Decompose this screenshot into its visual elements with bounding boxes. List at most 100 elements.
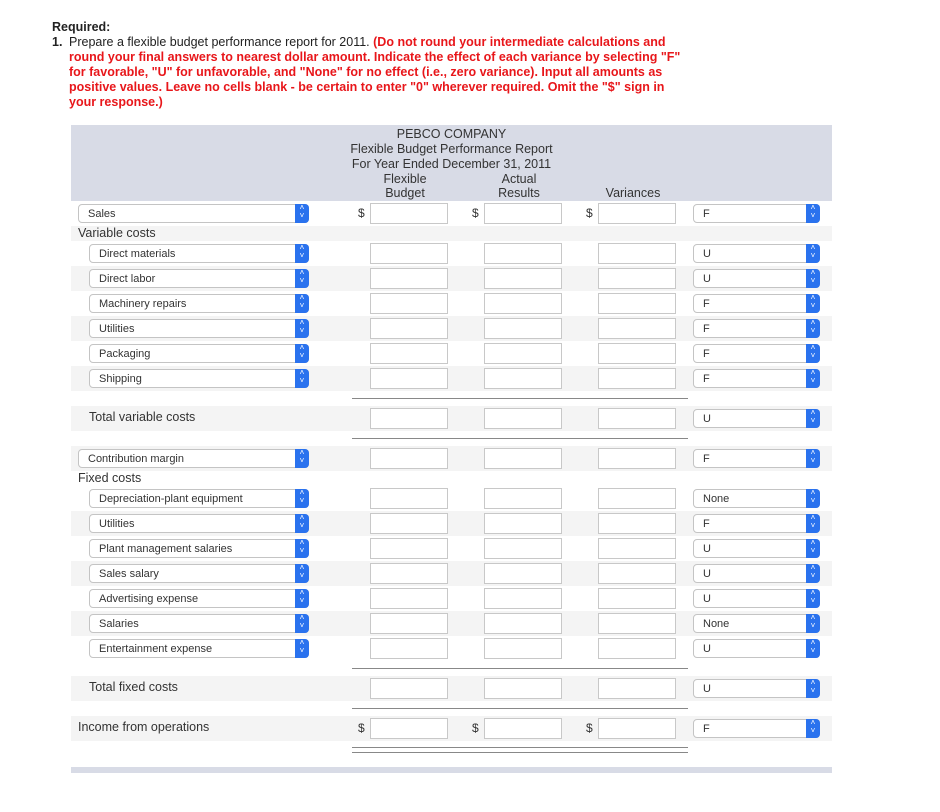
actual-results-input[interactable] [484, 513, 562, 534]
actual-results-input[interactable] [484, 293, 562, 314]
row-label-select[interactable]: Utilities ˄ ˅ [89, 319, 309, 338]
actual-results-input[interactable] [484, 408, 562, 429]
variance-effect-select[interactable]: F ˄ ˅ [693, 514, 820, 533]
variance-input[interactable] [598, 368, 676, 389]
actual-results-input[interactable] [484, 588, 562, 609]
actual-results-input[interactable] [484, 243, 562, 264]
variance-effect-select[interactable]: U ˄ ˅ [693, 539, 820, 558]
variance-input[interactable] [598, 563, 676, 584]
double-rule-bottom [352, 752, 688, 753]
variance-input[interactable] [598, 638, 676, 659]
flexible-budget-input[interactable] [370, 408, 448, 429]
flexible-budget-input[interactable] [370, 368, 448, 389]
variance-input[interactable] [598, 243, 676, 264]
actual-results-input[interactable] [484, 718, 562, 739]
actual-results-input[interactable] [484, 488, 562, 509]
variance-input[interactable] [598, 318, 676, 339]
select-value: Entertainment expense [99, 643, 213, 655]
flexible-budget-input[interactable] [370, 343, 448, 364]
variance-effect-select[interactable]: F ˄ ˅ [693, 344, 820, 363]
flexible-budget-input[interactable] [370, 613, 448, 634]
variance-input[interactable] [598, 203, 676, 224]
variance-effect-select[interactable]: F ˄ ˅ [693, 719, 820, 738]
actual-results-input[interactable] [484, 343, 562, 364]
select-value: F [703, 518, 710, 530]
row-label-select[interactable]: Direct labor ˄ ˅ [89, 269, 309, 288]
row-label-select[interactable]: Packaging ˄ ˅ [89, 344, 309, 363]
flexible-budget-input[interactable] [370, 488, 448, 509]
variance-input[interactable] [598, 408, 676, 429]
flexible-budget-input[interactable] [370, 293, 448, 314]
row-label-select[interactable]: Sales ˄ ˅ [78, 204, 309, 223]
variance-effect-select[interactable]: None ˄ ˅ [693, 489, 820, 508]
row-label-select[interactable]: Shipping ˄ ˅ [89, 369, 309, 388]
variance-input[interactable] [598, 678, 676, 699]
row-label-select[interactable]: Sales salary ˄ ˅ [89, 564, 309, 583]
flexible-budget-input[interactable] [370, 318, 448, 339]
chevron-updown-icon: ˄ ˅ [806, 369, 820, 388]
row-label-select[interactable]: Depreciation-plant equipment ˄ ˅ [89, 489, 309, 508]
flexible-budget-input[interactable] [370, 563, 448, 584]
select-value: None [703, 618, 730, 630]
flexible-budget-input[interactable] [370, 538, 448, 559]
row-label-select[interactable]: Salaries ˄ ˅ [89, 614, 309, 633]
row-label-select[interactable]: Entertainment expense ˄ ˅ [89, 639, 309, 658]
variance-input[interactable] [598, 343, 676, 364]
variance-effect-select[interactable]: U ˄ ˅ [693, 589, 820, 608]
variance-input[interactable] [598, 613, 676, 634]
flexible-budget-input[interactable] [370, 638, 448, 659]
row-label-select[interactable]: Contribution margin ˄ ˅ [78, 449, 309, 468]
line-item-row: Utilities ˄ ˅ F ˄ ˅ [71, 511, 832, 536]
flexible-budget-input[interactable] [370, 448, 448, 469]
select-value: F [703, 453, 710, 465]
actual-results-input[interactable] [484, 613, 562, 634]
row-label-select[interactable]: Direct materials ˄ ˅ [89, 244, 309, 263]
actual-results-input[interactable] [484, 538, 562, 559]
variance-input[interactable] [598, 268, 676, 289]
flexible-budget-input[interactable] [370, 588, 448, 609]
flexible-budget-input[interactable] [370, 718, 448, 739]
chevron-updown-icon: ˄ ˅ [806, 449, 820, 468]
variance-effect-select[interactable]: F ˄ ˅ [693, 369, 820, 388]
variance-input[interactable] [598, 538, 676, 559]
variance-effect-select[interactable]: F ˄ ˅ [693, 294, 820, 313]
actual-results-input[interactable] [484, 448, 562, 469]
variance-effect-select[interactable]: F ˄ ˅ [693, 204, 820, 223]
variance-effect-select[interactable]: U ˄ ˅ [693, 409, 820, 428]
flexible-budget-input[interactable] [370, 268, 448, 289]
variance-effect-select[interactable]: U ˄ ˅ [693, 564, 820, 583]
chevron-updown-icon: ˄ ˅ [806, 244, 820, 263]
variance-effect-select[interactable]: None ˄ ˅ [693, 614, 820, 633]
variance-input[interactable] [598, 488, 676, 509]
actual-results-input[interactable] [484, 678, 562, 699]
variance-effect-select[interactable]: F ˄ ˅ [693, 449, 820, 468]
select-value: F [703, 298, 710, 310]
actual-results-input[interactable] [484, 638, 562, 659]
variance-input[interactable] [598, 718, 676, 739]
actual-results-input[interactable] [484, 563, 562, 584]
flexible-budget-input[interactable] [370, 513, 448, 534]
variance-input[interactable] [598, 513, 676, 534]
variance-effect-select[interactable]: U ˄ ˅ [693, 639, 820, 658]
report-header: PEBCO COMPANY Flexible Budget Performanc… [71, 125, 832, 201]
flexible-budget-input[interactable] [370, 678, 448, 699]
row-label-select[interactable]: Machinery repairs ˄ ˅ [89, 294, 309, 313]
actual-results-input[interactable] [484, 318, 562, 339]
variance-input[interactable] [598, 448, 676, 469]
variance-input[interactable] [598, 293, 676, 314]
row-label-select[interactable]: Plant management salaries ˄ ˅ [89, 539, 309, 558]
chevron-updown-icon: ˄ ˅ [806, 639, 820, 658]
flexible-budget-input[interactable] [370, 243, 448, 264]
actual-results-input[interactable] [484, 368, 562, 389]
row-label-select[interactable]: Utilities ˄ ˅ [89, 514, 309, 533]
variance-effect-select[interactable]: U ˄ ˅ [693, 244, 820, 263]
actual-results-input[interactable] [484, 203, 562, 224]
variance-input[interactable] [598, 588, 676, 609]
variance-effect-select[interactable]: U ˄ ˅ [693, 269, 820, 288]
variance-effect-select[interactable]: F ˄ ˅ [693, 319, 820, 338]
variance-effect-select[interactable]: U ˄ ˅ [693, 679, 820, 698]
actual-results-input[interactable] [484, 268, 562, 289]
flexible-budget-input[interactable] [370, 203, 448, 224]
row-label-select[interactable]: Advertising expense ˄ ˅ [89, 589, 309, 608]
row-label: Total fixed costs [89, 680, 178, 694]
